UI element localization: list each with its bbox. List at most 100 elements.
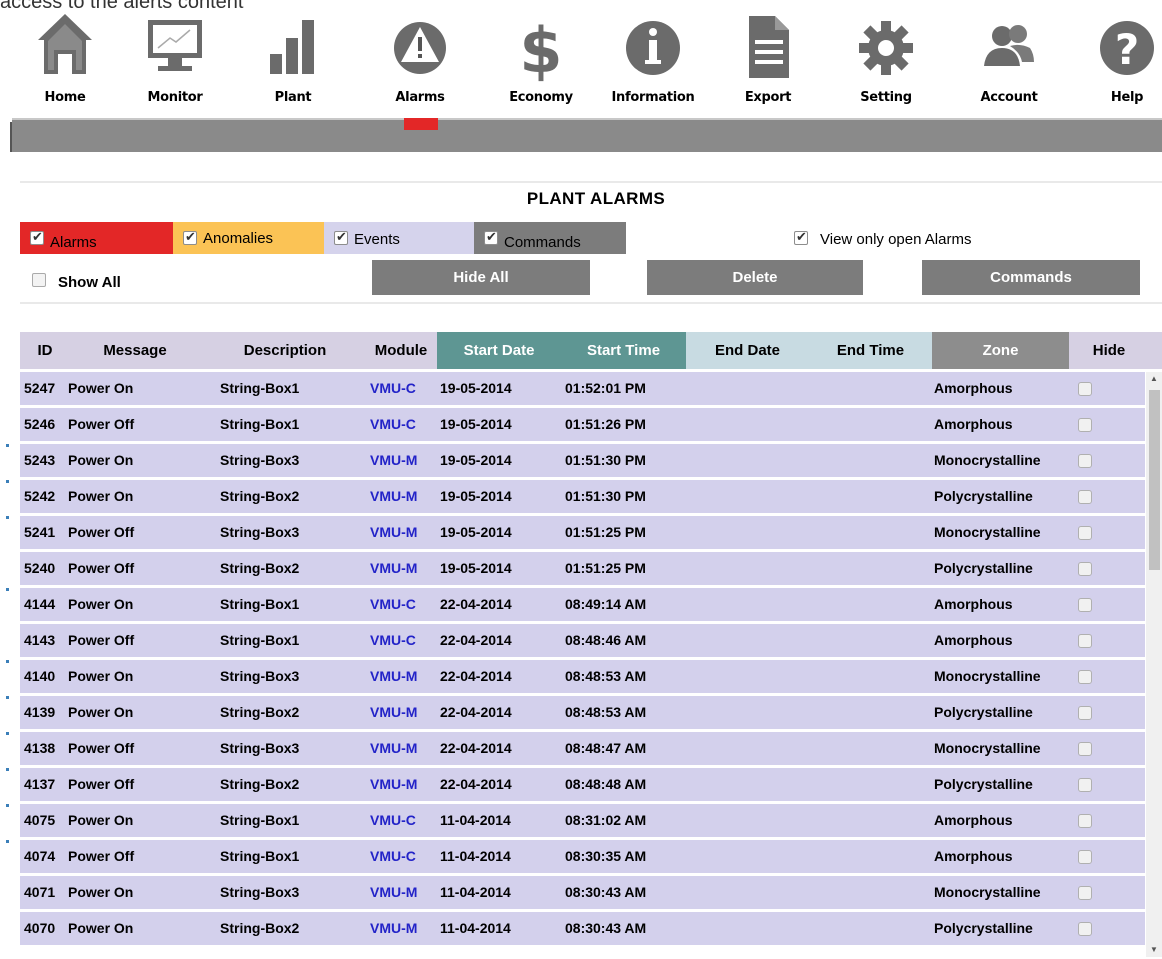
col-description[interactable]: Description (230, 332, 340, 369)
cell-start-time: 01:51:26 PM (565, 416, 646, 432)
hide-checkbox[interactable] (1078, 850, 1092, 864)
col-message[interactable]: Message (80, 332, 190, 369)
hide-checkbox[interactable] (1078, 634, 1092, 648)
monitor-icon (146, 10, 204, 82)
nav-plant[interactable]: Plant (248, 6, 338, 114)
table-row[interactable]: 5241 Power Off String-Box3 VMU-M 19-05-2014 0… (20, 516, 1145, 549)
table-row[interactable]: 5247 Power On String-Box1 VMU-C 19-05-2014 01… (20, 372, 1145, 405)
nav-label: Setting (860, 90, 912, 105)
hide-checkbox[interactable] (1078, 490, 1092, 504)
nav-account[interactable]: Account (964, 6, 1054, 114)
cell-start-time: 08:30:43 AM (565, 884, 647, 900)
cell-description: String-Box1 (220, 380, 300, 396)
view-only-open-checkbox[interactable] (794, 229, 808, 245)
cell-zone: Amorphous (934, 596, 1013, 612)
hide-checkbox[interactable] (1078, 922, 1092, 936)
col-zone[interactable]: Zone (932, 332, 1069, 369)
table-row[interactable]: 4143 Power Off String-Box1 VMU-C 22-04-2014 0… (20, 624, 1145, 657)
col-start-date[interactable]: Start Date (437, 332, 561, 369)
cell-module: VMU-M (370, 488, 418, 504)
cell-id: 5242 (24, 488, 56, 504)
col-module[interactable]: Module (366, 332, 436, 369)
table-row[interactable]: 4074 Power Off String-Box1 VMU-C 11-04-2014 0… (20, 840, 1145, 873)
hide-checkbox[interactable] (1078, 454, 1092, 468)
cell-module: VMU-C (370, 848, 416, 864)
nav-label: Economy (509, 90, 573, 105)
nav-setting[interactable]: Setting (841, 6, 931, 114)
hide-checkbox[interactable] (1078, 886, 1092, 900)
filter-commands[interactable]: Commands (474, 222, 626, 254)
cell-id: 4070 (24, 920, 56, 936)
anomalies-checkbox[interactable] (183, 229, 197, 245)
table-scrollbar[interactable]: ▲ ▼ (1146, 372, 1162, 957)
hide-checkbox[interactable] (1078, 382, 1092, 396)
col-hide[interactable]: Hide (1069, 332, 1149, 369)
col-end-date[interactable]: End Date (686, 332, 809, 369)
col-end-time[interactable]: End Time (809, 332, 932, 369)
hide-all-button[interactable]: Hide All (372, 260, 590, 296)
hide-checkbox[interactable] (1078, 742, 1092, 756)
cell-start-date: 22-04-2014 (440, 668, 512, 684)
nav-label: Account (980, 90, 1038, 105)
view-only-open-toggle[interactable]: View only open Alarms (784, 222, 1044, 254)
table-row[interactable]: 5242 Power On String-Box2 VMU-M 19-05-2014 01… (20, 480, 1145, 513)
scroll-down-arrow-icon[interactable]: ▼ (1146, 943, 1162, 957)
hide-checkbox[interactable] (1078, 562, 1092, 576)
nav-label: Information (611, 90, 695, 105)
cell-zone: Amorphous (934, 632, 1013, 648)
cell-start-time: 08:48:53 AM (565, 704, 647, 720)
dollar-icon: $ (512, 10, 570, 87)
hide-checkbox[interactable] (1078, 670, 1092, 684)
cell-start-date: 19-05-2014 (440, 416, 512, 432)
filter-events[interactable]: Events (324, 222, 474, 254)
show-all-toggle[interactable]: Show All (32, 271, 121, 291)
filter-alarms[interactable]: Alarms (20, 222, 173, 254)
nav-help[interactable]: ? Help (1082, 6, 1162, 114)
hide-checkbox[interactable] (1078, 598, 1092, 612)
delete-button[interactable]: Delete (647, 260, 863, 296)
scrollbar-thumb[interactable] (1149, 390, 1160, 570)
hide-checkbox[interactable] (1078, 706, 1092, 720)
nav-alarms[interactable]: Alarms (375, 6, 465, 114)
cell-id: 4138 (24, 740, 56, 756)
table-row[interactable]: 4071 Power On String-Box3 VMU-M 11-04-2014 08… (20, 876, 1145, 909)
filter-label: Alarms (50, 233, 97, 251)
col-id[interactable]: ID (20, 332, 70, 369)
table-row[interactable]: 4138 Power Off String-Box3 VMU-M 22-04-2014 0… (20, 732, 1145, 765)
nav-information[interactable]: Information (608, 6, 698, 114)
hide-checkbox[interactable] (1078, 814, 1092, 828)
nav-economy[interactable]: $ Economy (496, 6, 586, 114)
table-row[interactable]: 4075 Power On String-Box1 VMU-C 11-04-2014 08… (20, 804, 1145, 837)
table-row[interactable]: 4139 Power On String-Box2 VMU-M 22-04-2014 08… (20, 696, 1145, 729)
filter-anomalies[interactable]: Anomalies (173, 222, 324, 254)
cell-start-date: 19-05-2014 (440, 380, 512, 396)
nav-home[interactable]: Home (20, 6, 110, 114)
table-row[interactable]: 5246 Power Off String-Box1 VMU-C 19-05-2014 0… (20, 408, 1145, 441)
cell-start-time: 08:48:47 AM (565, 740, 647, 756)
table-row[interactable]: 4070 Power On String-Box2 VMU-M 11-04-2014 08… (20, 912, 1145, 945)
hide-checkbox[interactable] (1078, 526, 1092, 540)
col-start-time[interactable]: Start Time (561, 332, 686, 369)
nav-monitor[interactable]: Monitor (130, 6, 220, 114)
events-checkbox[interactable] (334, 229, 348, 245)
hide-checkbox[interactable] (1078, 778, 1092, 792)
cell-start-time: 01:51:30 PM (565, 488, 646, 504)
plant-icon (264, 10, 322, 82)
nav-label: Help (1110, 90, 1144, 105)
table-row[interactable]: 4144 Power On String-Box1 VMU-C 22-04-2014 08… (20, 588, 1145, 621)
cell-message: Power On (68, 668, 134, 684)
show-all-checkbox[interactable] (32, 272, 46, 287)
cell-zone: Monocrystalline (934, 668, 1041, 684)
commands-button[interactable]: Commands (922, 260, 1140, 296)
table-row[interactable]: 4137 Power Off String-Box2 VMU-M 22-04-2014 0… (20, 768, 1145, 801)
cell-description: String-Box1 (220, 632, 300, 648)
nav-export[interactable]: Export (723, 6, 813, 114)
table-row[interactable]: 5243 Power On String-Box3 VMU-M 19-05-2014 01… (20, 444, 1145, 477)
table-row[interactable]: 4140 Power On String-Box3 VMU-M 22-04-2014 08… (20, 660, 1145, 693)
scroll-up-arrow-icon[interactable]: ▲ (1146, 372, 1162, 386)
alarms-checkbox[interactable] (30, 229, 44, 245)
table-row[interactable]: 5240 Power Off String-Box2 VMU-M 19-05-2014 0… (20, 552, 1145, 585)
hide-checkbox[interactable] (1078, 418, 1092, 432)
commands-checkbox[interactable] (484, 229, 498, 245)
cell-module: VMU-M (370, 452, 418, 468)
